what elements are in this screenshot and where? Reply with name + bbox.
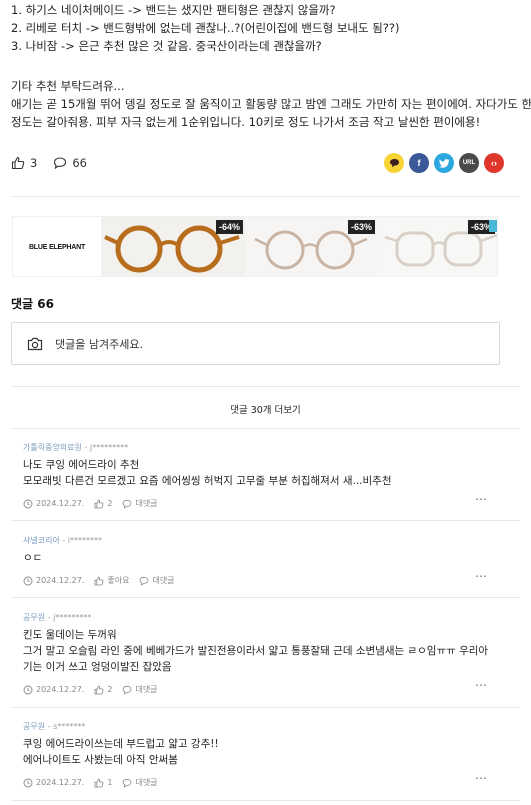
comment-like-count: 2	[107, 685, 113, 694]
comment-author[interactable]: 샤넬코리아 - i********	[23, 535, 500, 546]
comment-more-menu[interactable]: ⋯	[475, 771, 487, 785]
comment-text: 그거 말고 오슬림 라인 중에 베베가드가 발진전용이라서 얇고 통풍잘돼 근데…	[23, 645, 489, 657]
comment-text: 기는 이거 쓰고 엉덩이발진 잡았음	[23, 661, 172, 673]
speech-bubble-icon	[389, 159, 399, 168]
comment-date: 2024.12.27.	[36, 576, 85, 585]
comment-input-placeholder: 댓글을 남겨주세요.	[55, 337, 143, 351]
comment-more-menu[interactable]: ⋯	[475, 678, 487, 692]
embed-share-button[interactable]: ‹›	[484, 153, 504, 173]
comment-like-count: 2	[107, 499, 113, 508]
comment-item: 공무원 - s******* 쿠잉 에어드라이쓰는데 부드럽고 얇고 강추!! …	[11, 721, 500, 788]
facebook-icon: f	[417, 158, 421, 168]
divider	[11, 597, 520, 598]
thumbs-up-icon[interactable]	[11, 156, 25, 170]
ad-product-3[interactable]: -63%	[377, 217, 497, 276]
ad-brand-logo: BLUE ELEPHANT	[28, 244, 86, 251]
load-more-comments-button[interactable]: 댓글 30개 더보기	[0, 402, 531, 416]
url-copy-button[interactable]: URL	[459, 153, 479, 173]
comment-icon	[140, 576, 149, 586]
comment-item: 가톨릭중앙의료원 - j********* 나도 쿠잉 에어드라이 추천 모모래…	[11, 442, 500, 509]
divider	[11, 196, 520, 197]
comment-date: 2024.12.27.	[36, 778, 85, 787]
comment-meta: 2024.12.27. 좋아요 대댓글	[23, 575, 500, 586]
comment-date: 2024.12.27.	[36, 685, 85, 694]
comment-more-menu[interactable]: ⋯	[475, 492, 487, 506]
comment-icon	[123, 778, 132, 788]
comment-text: ㅇㄷ	[23, 552, 43, 564]
comment-meta: 2024.12.27. 2 대댓글	[23, 498, 500, 509]
post-body-line: 1. 하기스 네이처메이드 -> 밴드는 샜지만 팬티형은 괜찮지 않을까?	[11, 3, 336, 17]
thumbs-up-icon	[94, 778, 104, 787]
comment-date: 2024.12.27.	[36, 499, 85, 508]
comment-reply-label: 대댓글	[135, 499, 158, 508]
comment-reply-button[interactable]: 대댓글	[122, 498, 158, 509]
ad-product-2[interactable]: -63%	[245, 217, 377, 276]
clock-icon	[23, 685, 33, 694]
comment-like-count: 1	[107, 778, 113, 787]
comment-reply-label: 대댓글	[135, 778, 158, 787]
comment-author[interactable]: 공무원 - j*********	[23, 612, 500, 623]
ad-banner[interactable]: BLUE ELEPHANT -64% -63% -63%	[12, 216, 498, 277]
comment-like-button[interactable]: 2	[94, 499, 112, 509]
comment-item: 공무원 - j********* 킨도 울데이는 두꺼워 그거 말고 오슬림 라…	[11, 612, 500, 695]
comment-text: 쿠잉 에어드라이쓰는데 부드럽고 얇고 강추!!	[23, 738, 219, 750]
comment-like-button[interactable]: 좋아요	[94, 575, 129, 586]
comment-text: 나도 쿠잉 에어드라이 추천	[23, 459, 140, 471]
twitter-share-button[interactable]	[434, 153, 454, 173]
post-body-line: 애기는 곧 15개월 뛰어 뎅길 정도로 잘 움직이고 활동량 많고 밤엔 그래…	[11, 97, 531, 111]
url-label: URL	[462, 160, 476, 166]
discount-badge: -64%	[215, 220, 243, 234]
post-body-line: 2. 리베로 터치 -> 밴드형밖에 없는데 괜찮나..?(어린이집에 밴드형 …	[11, 21, 400, 35]
comment-author[interactable]: 공무원 - s*******	[23, 721, 500, 732]
clock-icon	[23, 499, 33, 508]
divider	[11, 520, 520, 521]
ad-product-1[interactable]: -64%	[101, 217, 245, 276]
like-count: 3	[30, 156, 38, 170]
comment-reply-button[interactable]: 대댓글	[122, 684, 158, 695]
comment-more-menu[interactable]: ⋯	[475, 569, 487, 583]
thumbs-up-icon	[94, 499, 104, 508]
kakaotalk-share-button[interactable]	[384, 153, 404, 173]
comment-icon	[123, 499, 132, 509]
comment-text: 모모래빗 다른건 모르겠고 요즘 에어씽씽 허벅지 고무줄 부분 허집해져서 새…	[23, 475, 392, 487]
comment-section-title: 댓글 66	[11, 297, 54, 311]
discount-badge: -63%	[347, 220, 375, 234]
post-body-line: 기타 추천 부탁드려유...	[11, 79, 125, 93]
comment-icon[interactable]	[53, 156, 67, 170]
comment-like-button[interactable]: 2	[94, 685, 112, 695]
comment-icon	[123, 685, 132, 695]
post-body-line: 3. 나비잠 -> 은근 추천 많은 것 같음. 중국산이라는데 괜찮을까?	[11, 39, 322, 53]
comment-text: 에어나이트도 사봤는데 아직 안써봄	[23, 754, 178, 766]
share-buttons: f URL ‹›	[384, 153, 504, 173]
post-body-line: 정도는 갈아줘용. 피부 자극 없는게 1순위입니다. 10키로 정도 나가서 …	[11, 115, 481, 129]
comment-like-count: 좋아요	[107, 576, 130, 585]
camera-icon[interactable]	[27, 337, 43, 351]
facebook-share-button[interactable]: f	[409, 153, 429, 173]
thumbs-up-icon	[94, 685, 104, 694]
comment-item: 샤넬코리아 - i******** ㅇㄷ 2024.12.27. 좋아요 대댓글…	[11, 535, 500, 586]
thumbs-up-icon	[94, 576, 104, 585]
comment-meta: 2024.12.27. 2 대댓글	[23, 684, 500, 695]
twitter-bird-icon	[438, 158, 449, 168]
comment-reply-button[interactable]: 대댓글	[122, 777, 158, 788]
ad-info-icon[interactable]	[489, 220, 497, 232]
comment-reply-label: 대댓글	[152, 576, 175, 585]
divider	[11, 707, 520, 708]
comment-input[interactable]: 댓글을 남겨주세요.	[11, 322, 500, 365]
divider	[11, 386, 520, 387]
comment-reply-label: 대댓글	[135, 685, 158, 694]
comment-meta: 2024.12.27. 1 대댓글	[23, 777, 500, 788]
comment-like-button[interactable]: 1	[94, 778, 112, 788]
clock-icon	[23, 778, 33, 787]
comment-reply-button[interactable]: 대댓글	[139, 575, 175, 586]
code-icon: ‹›	[491, 158, 497, 168]
post-page: 1. 하기스 네이처메이드 -> 밴드는 샜지만 팬티형은 괜찮지 않을까? 2…	[0, 0, 531, 805]
comment-text: 킨도 울데이는 두꺼워	[23, 629, 117, 641]
divider	[11, 428, 520, 429]
comment-count: 66	[72, 156, 87, 170]
post-reactions: 3 66	[11, 156, 87, 170]
divider	[11, 800, 520, 801]
clock-icon	[23, 576, 33, 585]
comment-author[interactable]: 가톨릭중앙의료원 - j*********	[23, 442, 500, 453]
